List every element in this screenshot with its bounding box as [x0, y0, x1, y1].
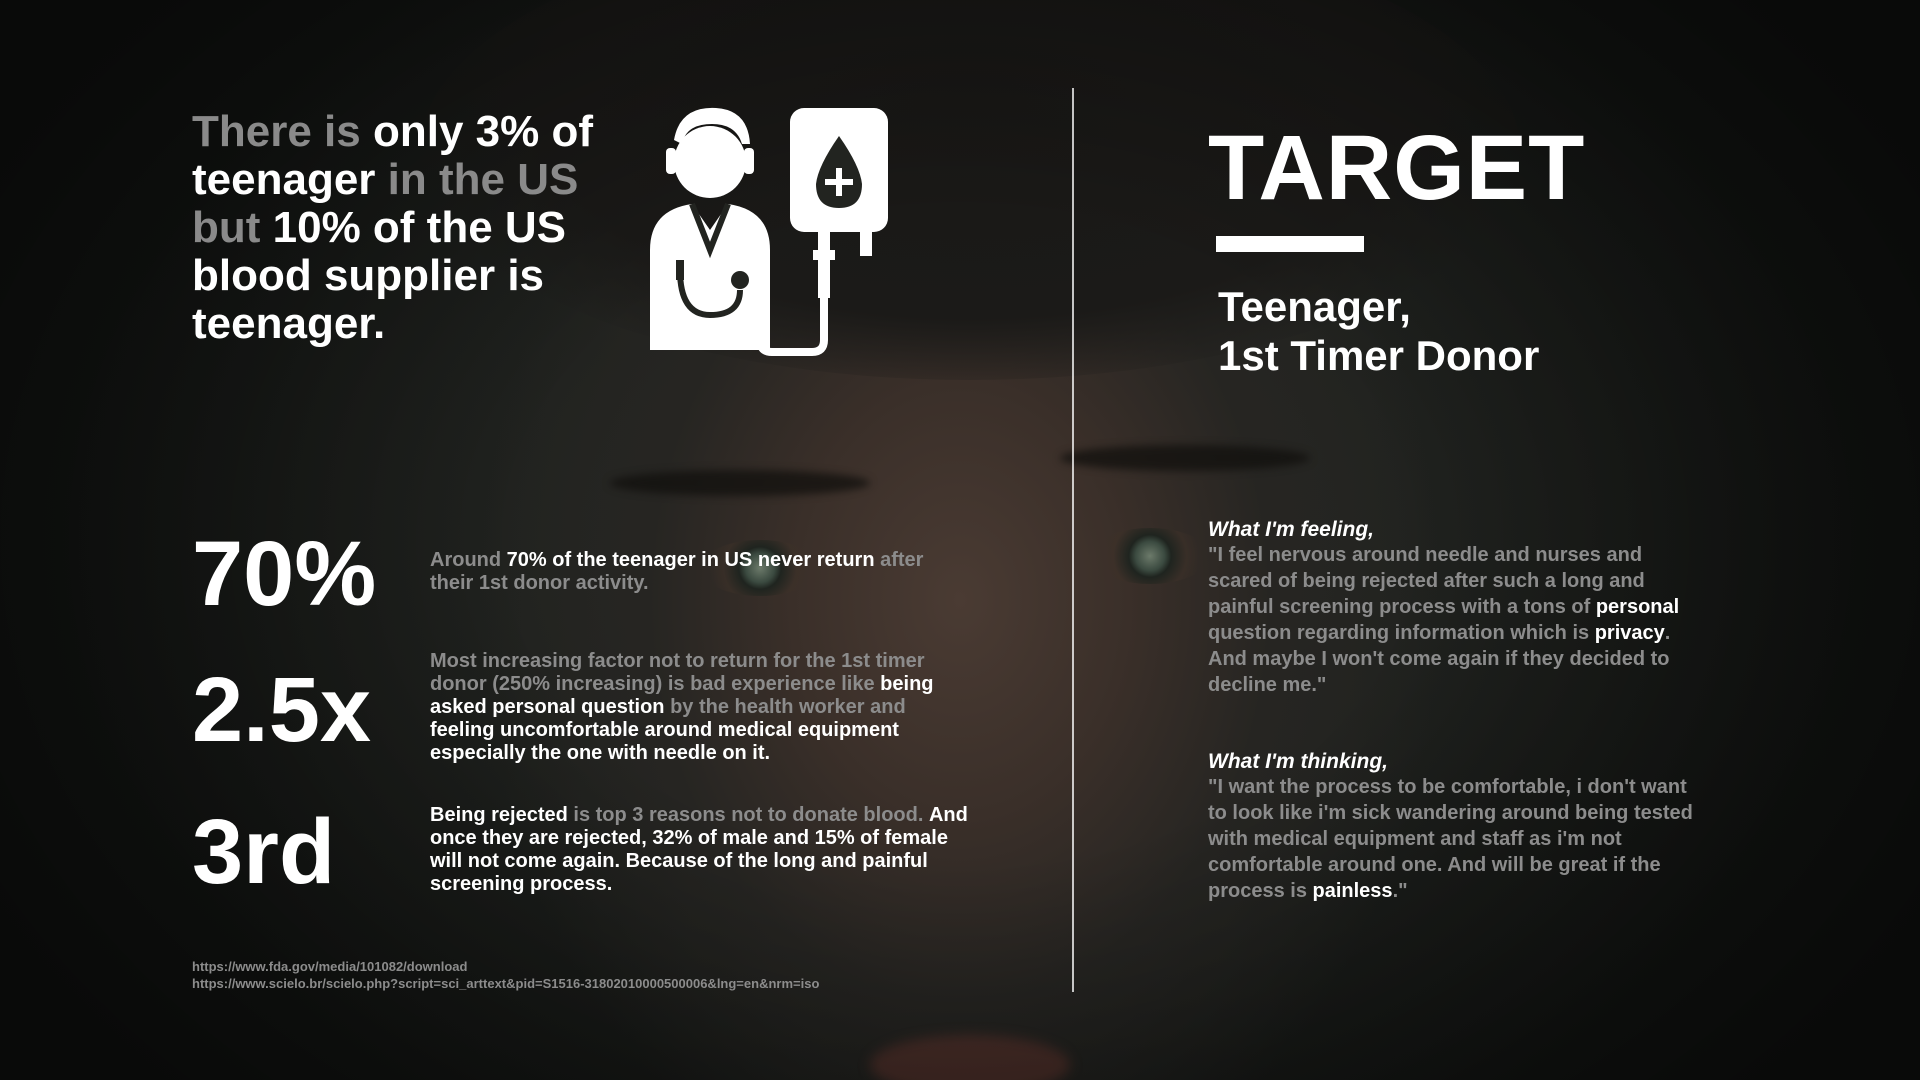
feeling-quote-part1: "I feel nervous around needle and nurses… — [1208, 544, 1645, 618]
feeling-quote: "I feel nervous around needle and nurses… — [1208, 542, 1708, 698]
stat-2-5x-text: Most increasing factor not to return for… — [430, 650, 970, 765]
thinking-quote-part3: ." — [1392, 880, 1408, 902]
stat-3rd-text: Being rejected is top 3 reasons not to d… — [430, 804, 970, 896]
stat-70-text: Around 70% of the teenager in US never r… — [430, 549, 970, 595]
stat-2-5x-text-part4: feeling uncomfortable around medical equ… — [430, 719, 899, 764]
feeling-quote-part3: question regarding information which is — [1208, 622, 1595, 644]
feeling-heading: What I'm feeling, — [1208, 518, 1375, 541]
target-underline — [1216, 236, 1364, 252]
stat-2-5x-text-part1: Most increasing factor not to return for… — [430, 650, 925, 695]
thinking-quote-part1: "I want the process to be comfortable, i… — [1208, 776, 1693, 902]
feeling-quote-part2: personal — [1595, 596, 1680, 618]
target-subtitle: Teenager, 1st Timer Donor — [1218, 282, 1698, 380]
target-subtitle-line1: Teenager, — [1218, 283, 1411, 330]
stat-2-5x-value: 2.5x — [192, 659, 372, 761]
stat-70-text-part1: Around — [430, 549, 507, 571]
stat-70-value: 70% — [192, 523, 377, 625]
thinking-quote-part2: painless — [1312, 880, 1393, 902]
stat-70-text-part2: 70% of the teenager in US never return — [506, 549, 875, 571]
source-link[interactable]: https://www.fda.gov/media/101082/downloa… — [192, 958, 819, 975]
vertical-divider — [1072, 88, 1074, 992]
headline-part1: There is — [192, 107, 361, 156]
thinking-quote: "I want the process to be comfortable, i… — [1208, 774, 1708, 904]
stat-3rd-text-part1: Being rejected — [430, 804, 568, 826]
thinking-heading: What I'm thinking, — [1208, 750, 1388, 773]
stat-3rd-text-part2: is top 3 reasons not to donate blood. — [567, 804, 929, 826]
target-title: TARGET — [1208, 117, 1586, 219]
doctor-blood-bag-icon — [650, 107, 888, 356]
source-link[interactable]: https://www.scielo.br/scielo.php?script=… — [192, 975, 819, 992]
sources: https://www.fda.gov/media/101082/downloa… — [192, 958, 819, 992]
stat-2-5x-text-part3: by the health worker and — [664, 696, 906, 718]
headline: There is only 3% of teenager in the US b… — [192, 108, 632, 348]
target-subtitle-line2: 1st Timer Donor — [1218, 332, 1540, 379]
feeling-quote-part4: privacy — [1594, 622, 1665, 644]
stat-3rd-value: 3rd — [192, 801, 336, 903]
